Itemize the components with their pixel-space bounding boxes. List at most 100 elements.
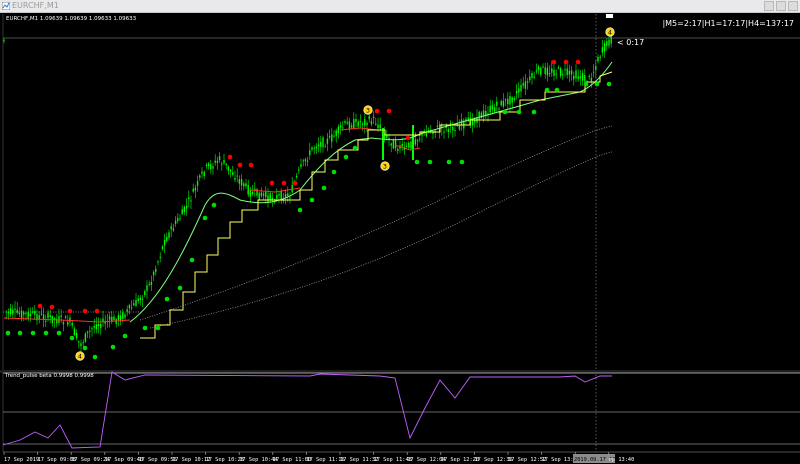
candle-body xyxy=(100,323,102,329)
candle-body xyxy=(546,67,549,76)
sell-signal-dot xyxy=(281,180,287,186)
candle-body xyxy=(315,146,318,149)
candle-body xyxy=(533,76,535,78)
candle-body xyxy=(304,159,307,162)
sell-signal-dot xyxy=(82,308,88,314)
buy-signal-dot xyxy=(343,154,349,160)
candle-body xyxy=(507,98,509,105)
candle-body xyxy=(542,66,544,68)
candle-body xyxy=(108,316,111,320)
candle-body xyxy=(194,187,197,191)
wave-marker-label: 3 xyxy=(383,162,387,170)
candle-body xyxy=(64,316,67,318)
candle-body xyxy=(577,76,579,79)
candle-body xyxy=(573,75,575,80)
candle-body xyxy=(185,206,188,209)
timeframe-readout: |M5=2:17|H1=17:17|H4=137:17 xyxy=(662,19,794,28)
candle-body xyxy=(23,312,25,315)
candle-body xyxy=(575,70,577,79)
price-chart[interactable]: 4 3 3 4 17 Sep 201917 Sep 09:0817 Sep 09:24… xyxy=(0,13,800,464)
candle-body xyxy=(392,140,395,149)
candle-body xyxy=(366,122,368,126)
candle-body xyxy=(564,69,566,71)
candle-body xyxy=(179,218,181,220)
candle-body xyxy=(342,127,344,129)
candle-body xyxy=(333,135,335,137)
time-tick-label: 17 Sep 11:00 xyxy=(273,457,311,463)
candle-body xyxy=(370,121,373,125)
candle-body xyxy=(317,144,320,147)
sell-signal-dot xyxy=(551,59,557,65)
candle-body xyxy=(350,125,353,128)
candle-body xyxy=(562,74,564,76)
candle-body xyxy=(69,317,71,322)
candle-body xyxy=(584,75,586,81)
candle-body xyxy=(452,126,454,131)
time-tick-label: 17 Sep 09:24 xyxy=(71,457,109,463)
chart-shift-marker xyxy=(606,14,613,18)
candle-body xyxy=(320,142,322,147)
candle-body xyxy=(337,126,340,134)
candle-body xyxy=(535,70,538,72)
candle-body xyxy=(247,185,249,195)
time-tick-label: 17 Sep 09:40 xyxy=(105,457,143,463)
candle-body xyxy=(12,309,14,315)
candle-body xyxy=(86,331,89,333)
candle-body xyxy=(137,298,139,302)
candle-body xyxy=(276,194,278,199)
candle-body xyxy=(7,311,10,314)
candle-body xyxy=(84,333,87,342)
candle-body xyxy=(555,73,557,75)
candle-body xyxy=(416,140,419,141)
candle-body xyxy=(78,341,80,343)
candle-body xyxy=(29,313,32,316)
candle-body xyxy=(375,123,377,125)
candle-body xyxy=(75,333,78,339)
candle-body xyxy=(25,312,27,314)
candle-body xyxy=(155,268,157,273)
buy-signal-dot xyxy=(122,333,128,339)
close-button[interactable] xyxy=(788,1,798,11)
candle-body xyxy=(34,310,36,315)
candle-body xyxy=(196,181,199,186)
buy-signal-dot xyxy=(583,81,589,87)
candle-body xyxy=(192,188,194,192)
candle-body xyxy=(557,67,560,69)
candle-body xyxy=(14,308,16,310)
candle-body xyxy=(504,99,507,101)
candle-body xyxy=(408,142,410,148)
candle-body xyxy=(126,309,128,312)
candle-body xyxy=(267,195,269,202)
minimize-button[interactable] xyxy=(764,1,774,11)
candle-body xyxy=(326,138,329,144)
buy-signal-dot xyxy=(110,344,116,350)
buy-signal-dot xyxy=(155,325,161,331)
buy-signal-dot xyxy=(17,330,23,336)
candle-body xyxy=(520,85,522,92)
candle-body xyxy=(150,282,153,285)
time-tick-label: 17 Sep 11:16 xyxy=(306,457,344,463)
buy-signal-dot xyxy=(43,330,49,336)
candle-body xyxy=(590,78,593,82)
candle-body xyxy=(207,163,210,166)
sell-signal-dot xyxy=(563,59,569,65)
candle-body xyxy=(357,121,359,127)
candle-body xyxy=(49,315,51,317)
candle-body xyxy=(603,43,606,52)
maximize-button[interactable] xyxy=(776,1,786,11)
time-tick-label: 17 Sep 09:08 xyxy=(38,457,76,463)
buy-signal-dot xyxy=(202,215,208,221)
sell-signal-dot xyxy=(237,162,243,168)
candle-body xyxy=(3,39,5,41)
candle-body xyxy=(177,218,179,221)
chart-window-icon xyxy=(2,2,10,10)
candle-body xyxy=(93,326,95,328)
buy-signal-dot xyxy=(606,81,612,87)
candle-body xyxy=(243,183,245,187)
candle-body xyxy=(513,98,516,100)
candle-body xyxy=(331,134,333,142)
candle-body xyxy=(146,285,148,292)
candle-body xyxy=(518,88,520,93)
candle-body xyxy=(515,91,518,94)
buy-signal-dot xyxy=(92,354,98,360)
